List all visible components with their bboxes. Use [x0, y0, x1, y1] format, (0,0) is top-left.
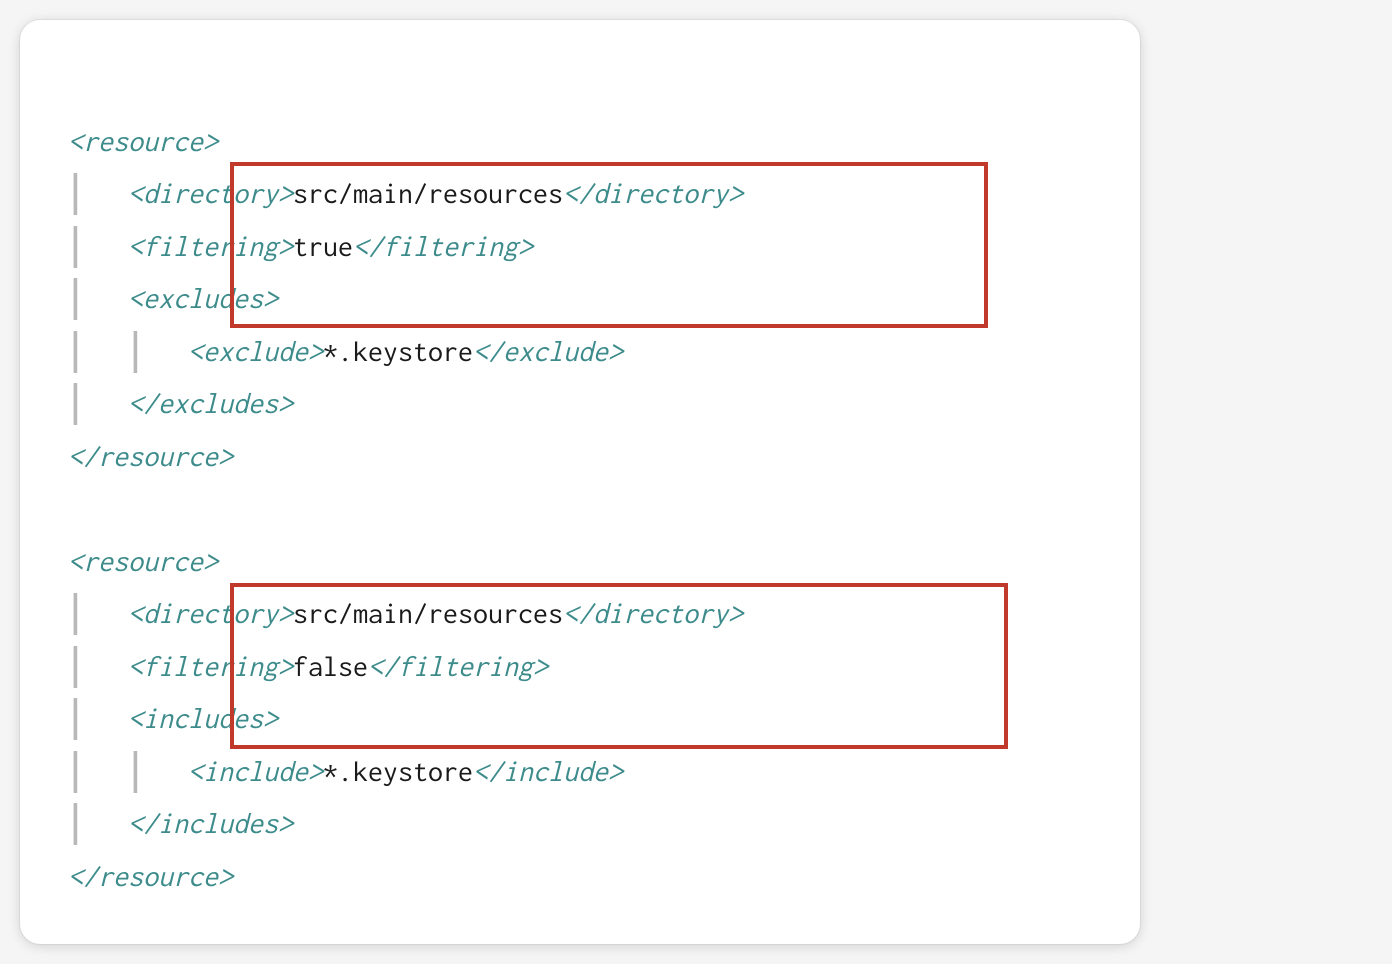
- text-exclude-value: *.keystore: [323, 335, 473, 367]
- tag-excludes-close: </excludes>: [128, 387, 293, 419]
- tag-filtering-close: </filtering>: [368, 650, 548, 682]
- tag-directory-open: <directory>: [128, 177, 293, 209]
- indent-guide: │: [68, 702, 128, 734]
- tag-exclude-open: <exclude>: [188, 335, 323, 367]
- tag-resource-close: </resource>: [68, 860, 233, 892]
- indent-guide: │: [68, 177, 128, 209]
- tag-excludes-open: <excludes>: [128, 282, 278, 314]
- tag-include-open: <include>: [188, 755, 323, 787]
- tag-directory-open: <directory>: [128, 597, 293, 629]
- indent-guide: │: [68, 807, 128, 839]
- indent-guide: │: [68, 282, 128, 314]
- tag-filtering-open: <filtering>: [128, 230, 293, 262]
- tag-includes-open: <includes>: [128, 702, 278, 734]
- tag-includes-close: </includes>: [128, 807, 293, 839]
- tag-include-close: </include>: [473, 755, 623, 787]
- tag-resource-open: <resource>: [68, 125, 218, 157]
- indent-guide: │ │: [68, 755, 188, 787]
- text-include-value: *.keystore: [323, 755, 473, 787]
- tag-directory-close: </directory>: [563, 597, 743, 629]
- indent-guide: │: [68, 230, 128, 262]
- indent-guide: │: [68, 387, 128, 419]
- indent-guide: │ │: [68, 335, 188, 367]
- text-filtering-value: false: [293, 650, 368, 682]
- text-directory-value: src/main/resources: [293, 597, 563, 629]
- tag-resource-close: </resource>: [68, 440, 233, 472]
- xml-code-block: <resource> │ <directory>src/main/resourc…: [68, 62, 1092, 902]
- indent-guide: │: [68, 650, 128, 682]
- tag-filtering-close: </filtering>: [353, 230, 533, 262]
- text-filtering-value: true: [293, 230, 353, 262]
- indent-guide: │: [68, 597, 128, 629]
- tag-directory-close: </directory>: [563, 177, 743, 209]
- tag-exclude-close: </exclude>: [473, 335, 623, 367]
- code-snippet-card: <resource> │ <directory>src/main/resourc…: [20, 20, 1140, 944]
- tag-resource-open: <resource>: [68, 545, 218, 577]
- tag-filtering-open: <filtering>: [128, 650, 293, 682]
- text-directory-value: src/main/resources: [293, 177, 563, 209]
